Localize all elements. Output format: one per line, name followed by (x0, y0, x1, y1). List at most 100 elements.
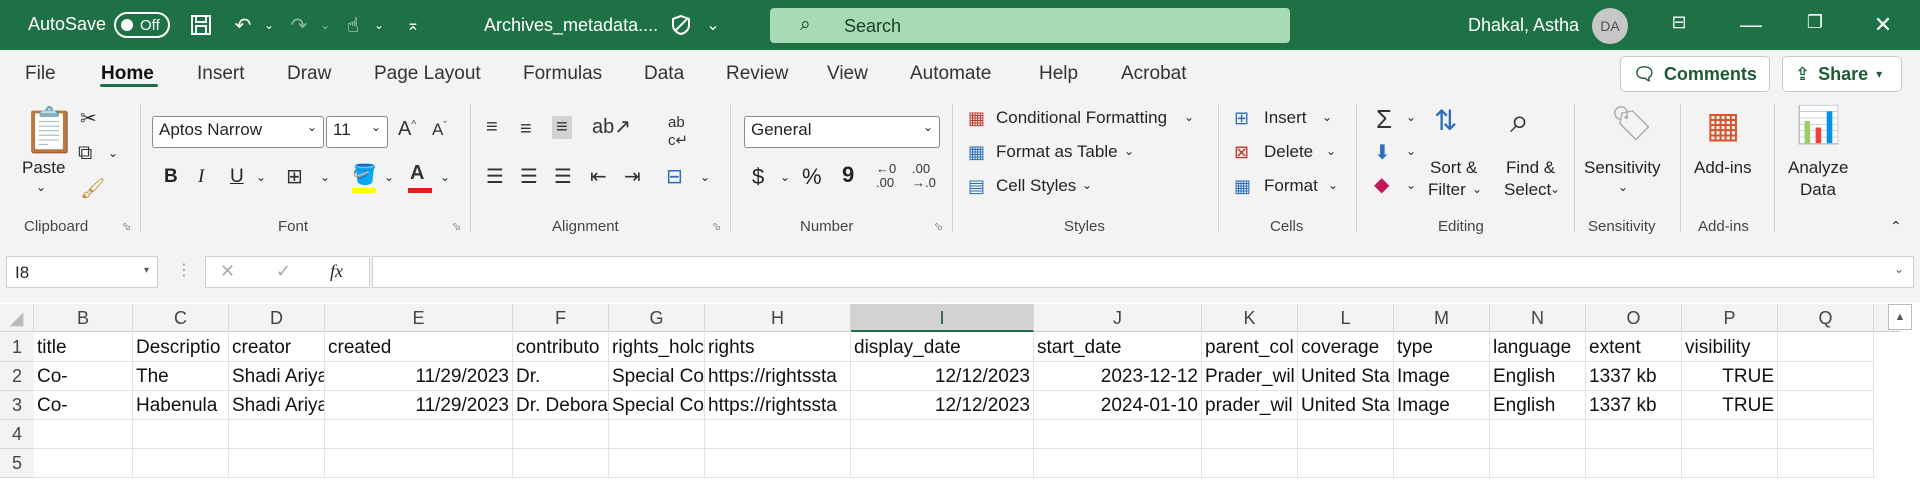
cell-l4[interactable] (1298, 420, 1394, 449)
redo-dropdown-icon[interactable]: ⌄ (312, 12, 338, 38)
user-name[interactable]: Dhakal, Astha (1468, 15, 1579, 36)
align-right-icon[interactable]: ☰ (554, 164, 572, 189)
save-icon[interactable] (188, 12, 214, 38)
find-select-label-1[interactable]: Find & (1506, 158, 1555, 178)
cell-p2[interactable]: TRUE (1682, 362, 1778, 391)
cell-j2[interactable]: 2023-12-12 (1034, 362, 1202, 391)
tab-home[interactable]: Home (101, 63, 154, 85)
cell-b1[interactable]: title (34, 333, 133, 362)
cell-h4[interactable] (705, 420, 851, 449)
grow-font-icon[interactable]: A^ (398, 118, 416, 141)
paste-dropdown-icon[interactable]: ⌄ (36, 180, 46, 194)
merge-center-icon[interactable]: ⊟ (666, 164, 683, 189)
cancel-icon[interactable]: ✕ (220, 261, 235, 282)
cell-k5[interactable] (1202, 449, 1298, 478)
cell-q3[interactable] (1778, 391, 1874, 420)
column-header-m[interactable]: M (1394, 304, 1490, 332)
font-launcher-icon[interactable]: ⬂ (452, 220, 461, 233)
currency-dropdown-icon[interactable]: ⌄ (780, 170, 790, 184)
cell-b5[interactable] (34, 449, 133, 478)
cell-k4[interactable] (1202, 420, 1298, 449)
cell-q1[interactable] (1778, 333, 1874, 362)
cell-m3[interactable]: Image (1394, 391, 1490, 420)
clipboard-launcher-icon[interactable]: ⬂ (122, 220, 131, 233)
tab-view[interactable]: View (827, 63, 868, 85)
undo-icon[interactable]: ↶ (230, 12, 256, 38)
expand-formula-bar-icon[interactable]: ⌄ (1894, 262, 1904, 276)
orientation-icon[interactable]: ab↗ (592, 114, 631, 139)
shrink-font-icon[interactable]: Aˇ (432, 120, 447, 140)
cell-k1[interactable]: parent_col (1202, 333, 1298, 362)
cell-k2[interactable]: Prader_wil (1202, 362, 1298, 391)
column-header-f[interactable]: F (513, 304, 609, 332)
cell-n2[interactable]: English (1490, 362, 1586, 391)
cell-g4[interactable] (609, 420, 705, 449)
cell-j4[interactable] (1034, 420, 1202, 449)
cell-j3[interactable]: 2024-01-10 (1034, 391, 1202, 420)
increase-indent-icon[interactable]: ⇥ (624, 164, 641, 189)
formula-input[interactable] (372, 256, 1914, 288)
italic-button[interactable]: I (198, 166, 204, 188)
sensitivity-status-icon[interactable] (668, 12, 694, 38)
analyze-data-label-2[interactable]: Data (1800, 180, 1836, 200)
file-name[interactable]: Archives_metadata.... (484, 15, 658, 36)
cell-q5[interactable] (1778, 449, 1874, 478)
scroll-up-icon[interactable]: ▲ (1888, 304, 1912, 330)
fill-color-dropdown-icon[interactable]: ⌄ (384, 170, 394, 184)
sort-filter-icon[interactable]: ⇅ (1434, 104, 1457, 137)
align-middle-icon[interactable]: ≡ (520, 118, 532, 141)
cell-c2[interactable]: The (133, 362, 229, 391)
cell-h1[interactable]: rights (705, 333, 851, 362)
fill-color-icon[interactable]: 🪣 (352, 162, 377, 193)
autosave-toggle[interactable]: Off (114, 12, 170, 38)
tab-insert[interactable]: Insert (197, 63, 245, 85)
cell-n4[interactable] (1490, 420, 1586, 449)
collapse-ribbon-icon[interactable]: ⌃ (1890, 218, 1902, 235)
minimize-icon[interactable]: — (1736, 12, 1766, 38)
add-ins-icon[interactable]: ▦ (1706, 104, 1740, 146)
tab-acrobat[interactable]: Acrobat (1121, 63, 1186, 85)
cell-g5[interactable] (609, 449, 705, 478)
close-icon[interactable]: ✕ (1868, 12, 1898, 38)
cut-icon[interactable]: ✂ (80, 106, 97, 131)
restore-icon[interactable]: ❐ (1800, 12, 1830, 33)
cell-d4[interactable] (229, 420, 325, 449)
column-header-b[interactable]: B (34, 304, 133, 332)
cell-i4[interactable] (851, 420, 1034, 449)
increase-decimal-icon[interactable]: ←0.00 (876, 162, 896, 190)
tab-formulas[interactable]: Formulas (523, 63, 602, 85)
analyze-data-icon[interactable]: 📊 (1796, 104, 1841, 146)
column-header-q[interactable]: Q (1778, 304, 1874, 332)
name-box[interactable]: I8 ▾ (6, 256, 158, 288)
align-top-icon[interactable]: ≡ (486, 116, 498, 139)
cell-l5[interactable] (1298, 449, 1394, 478)
select-all-corner[interactable]: ◢ (0, 304, 34, 332)
font-name-select[interactable]: Aptos Narrow ⌄ (152, 116, 324, 148)
alignment-launcher-icon[interactable]: ⬂ (712, 220, 721, 233)
find-select-label-2[interactable]: Select (1504, 180, 1551, 200)
align-left-icon[interactable]: ☰ (486, 164, 504, 189)
customize-toolbar-icon[interactable]: ⌅ (400, 12, 426, 38)
cell-p4[interactable] (1682, 420, 1778, 449)
fill-dropdown-icon[interactable]: ⌄ (1406, 144, 1416, 158)
underline-button[interactable]: U (230, 166, 244, 188)
row-header-3[interactable]: 3 (0, 391, 34, 420)
cell-m4[interactable] (1394, 420, 1490, 449)
sort-filter-label-2[interactable]: Filter (1428, 180, 1466, 200)
tab-draw[interactable]: Draw (287, 63, 331, 85)
column-header-k[interactable]: K (1202, 304, 1298, 332)
cell-d3[interactable]: Shadi Ariya (229, 391, 325, 420)
autosum-dropdown-icon[interactable]: ⌄ (1406, 110, 1416, 124)
cell-l2[interactable]: United Sta (1298, 362, 1394, 391)
cell-f1[interactable]: contributo (513, 333, 609, 362)
cell-e1[interactable]: created (325, 333, 513, 362)
cell-i1[interactable]: display_date (851, 333, 1034, 362)
column-header-h[interactable]: H (705, 304, 851, 332)
tab-file[interactable]: File (25, 63, 56, 85)
paste-icon[interactable]: 📋 (22, 104, 77, 156)
cell-h3[interactable]: https://rightssta (705, 391, 851, 420)
borders-icon[interactable]: ⊞ (286, 164, 303, 189)
cell-i2[interactable]: 12/12/2023 (851, 362, 1034, 391)
cell-f2[interactable]: Dr. (513, 362, 609, 391)
touch-dropdown-icon[interactable]: ⌄ (366, 12, 392, 38)
